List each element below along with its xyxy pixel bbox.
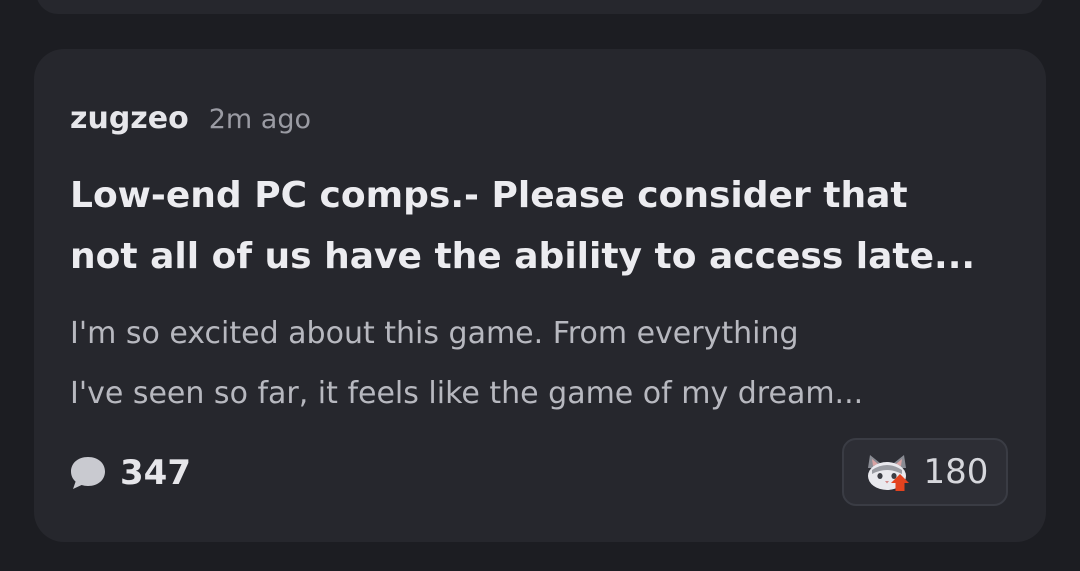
upvote-button[interactable]: 180 bbox=[842, 438, 1008, 506]
post-title-line: not all of us have the ability to access… bbox=[70, 236, 976, 277]
previous-post-card[interactable] bbox=[36, 0, 1044, 14]
speech-bubble-icon bbox=[71, 457, 105, 489]
post-meta: zugzeo 2m ago bbox=[70, 101, 311, 136]
post-time: 2m ago bbox=[208, 104, 311, 135]
upvote-count: 180 bbox=[923, 452, 989, 492]
comment-count: 347 bbox=[120, 453, 191, 493]
post-excerpt-line: I'm so excited about this game. From eve… bbox=[70, 316, 799, 351]
author-name[interactable]: zugzeo bbox=[70, 101, 189, 136]
post-card[interactable]: zugzeo 2m ago Low-end PC comps.- Please … bbox=[34, 49, 1046, 542]
post-title[interactable]: Low-end PC comps.- Please consider that … bbox=[70, 165, 1020, 287]
cat-upvote-icon bbox=[867, 455, 909, 491]
post-excerpt: I'm so excited about this game. From eve… bbox=[70, 304, 1020, 424]
post-title-line: Low-end PC comps.- Please consider that bbox=[70, 175, 908, 216]
post-excerpt-line: I've seen so far, it feels like the game… bbox=[70, 376, 864, 411]
comments-button[interactable]: 347 bbox=[68, 453, 191, 493]
